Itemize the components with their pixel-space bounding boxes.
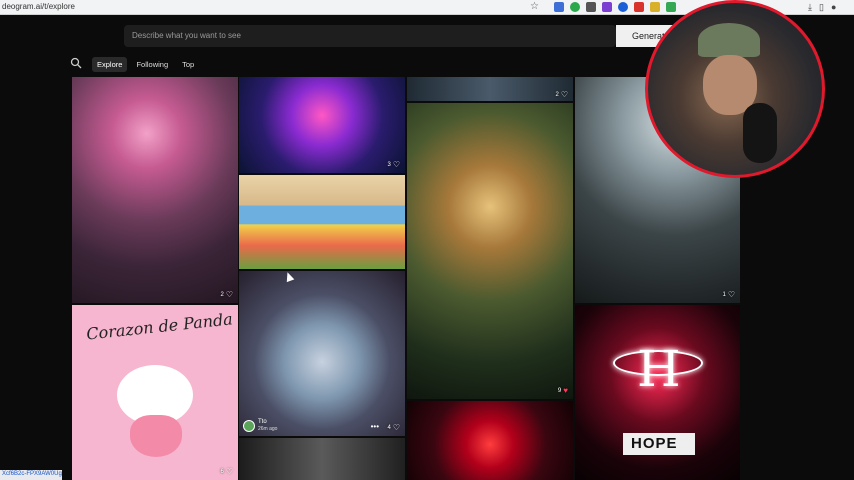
extension-icon[interactable] <box>554 2 564 12</box>
like-count[interactable]: 4 ♡ <box>387 424 400 432</box>
heart-icon[interactable]: ♡ <box>728 291 735 299</box>
gallery-image-neon-mouse[interactable]: 3 ♡ <box>239 77 405 173</box>
like-count-value: 4 <box>387 425 391 431</box>
author-name: Tto <box>258 419 267 425</box>
address-bar[interactable]: deogram.ai/t/explore <box>2 2 75 11</box>
bookmark-star-icon[interactable]: ☆ <box>530 1 539 13</box>
browser-actions: ⤓ ▯ ● <box>808 1 836 13</box>
extension-icon[interactable] <box>586 2 596 12</box>
extension-icons <box>554 2 676 13</box>
like-count-value: 9 <box>557 388 562 394</box>
heart-icon[interactable]: ♥ <box>563 387 568 395</box>
avatar[interactable] <box>243 419 255 432</box>
like-count[interactable]: 9 ♥ <box>558 387 568 395</box>
microphone-icon <box>743 103 777 163</box>
like-count[interactable]: 3 ♡ <box>387 161 400 169</box>
hope-sign: HOPE <box>623 433 695 455</box>
like-count-value: 1 <box>722 292 726 298</box>
feed-tabs: Explore Following Top <box>70 55 199 73</box>
heart-icon[interactable]: ♡ <box>226 291 233 299</box>
extension-icon[interactable] <box>634 2 644 12</box>
tab-top[interactable]: Top <box>177 57 199 72</box>
tab-explore[interactable]: Explore <box>92 56 128 72</box>
tab-following[interactable]: Following <box>131 57 173 72</box>
like-count-value: 6 <box>220 469 224 475</box>
webcam-hat <box>698 23 760 57</box>
search-icon[interactable] <box>70 57 84 71</box>
heart-icon[interactable]: ♡ <box>226 468 233 476</box>
whatsapp-icon[interactable] <box>570 2 580 12</box>
webcam-overlay <box>645 0 825 178</box>
image-gallery: 2♡ 3♡ Tto 26m ago ••• 4♡ 2♡ 9♥ 1♡ <box>72 77 740 480</box>
prompt-placeholder: Describe what you want to see <box>132 31 241 40</box>
like-count[interactable]: 2 ♡ <box>555 91 568 99</box>
like-count-value: 2 <box>555 92 559 98</box>
gallery-image-lion[interactable]: 9 ♥ <box>407 103 573 399</box>
profile-avatar[interactable]: ● <box>831 1 836 13</box>
status-bar-link: Xcf6B2c-FPX9AW0Ug/2 <box>0 470 62 480</box>
gallery-image-gothic[interactable] <box>239 438 405 480</box>
gallery-image-flower-girl[interactable]: 2 ♡ <box>72 77 238 303</box>
extension-icon[interactable] <box>650 2 660 12</box>
post-time: 26m ago <box>258 426 278 432</box>
gallery-image-motorcycle[interactable]: 2 ♡ <box>407 77 573 101</box>
like-count-value: 3 <box>387 162 391 168</box>
heart-icon[interactable]: ♡ <box>393 161 400 169</box>
like-count[interactable]: 1 ♡ <box>722 291 735 299</box>
sidebar-icon[interactable]: ▯ <box>819 1 824 13</box>
panda-title: Corazon de Panda <box>85 309 234 344</box>
prompt-input[interactable]: Describe what you want to see <box>124 25 616 47</box>
extension-icon[interactable] <box>618 2 628 12</box>
heart-icon[interactable]: ♡ <box>561 91 568 99</box>
like-count-value: 2 <box>220 292 224 298</box>
more-options-icon[interactable]: ••• <box>371 423 379 431</box>
download-icon[interactable]: ⤓ <box>808 1 812 13</box>
gallery-image-panda[interactable]: Corazon de Panda 6 ♡ <box>72 305 238 480</box>
extension-icon[interactable] <box>602 2 612 12</box>
heart-illustration <box>130 415 182 457</box>
neon-letter: H <box>637 340 681 398</box>
like-count[interactable]: 6 ♡ <box>220 468 233 476</box>
gallery-image-neon-rose[interactable] <box>407 401 573 480</box>
gallery-image-hope[interactable]: H HOPE <box>575 305 740 480</box>
like-count[interactable]: 2 ♡ <box>220 291 233 299</box>
extension-icon[interactable] <box>666 2 676 12</box>
author-info[interactable]: Tto 26m ago <box>243 419 277 432</box>
gallery-image-floating-city[interactable]: Tto 26m ago ••• 4 ♡ <box>239 271 405 436</box>
heart-icon[interactable]: ♡ <box>393 424 400 432</box>
gallery-image-baby[interactable] <box>239 175 405 269</box>
